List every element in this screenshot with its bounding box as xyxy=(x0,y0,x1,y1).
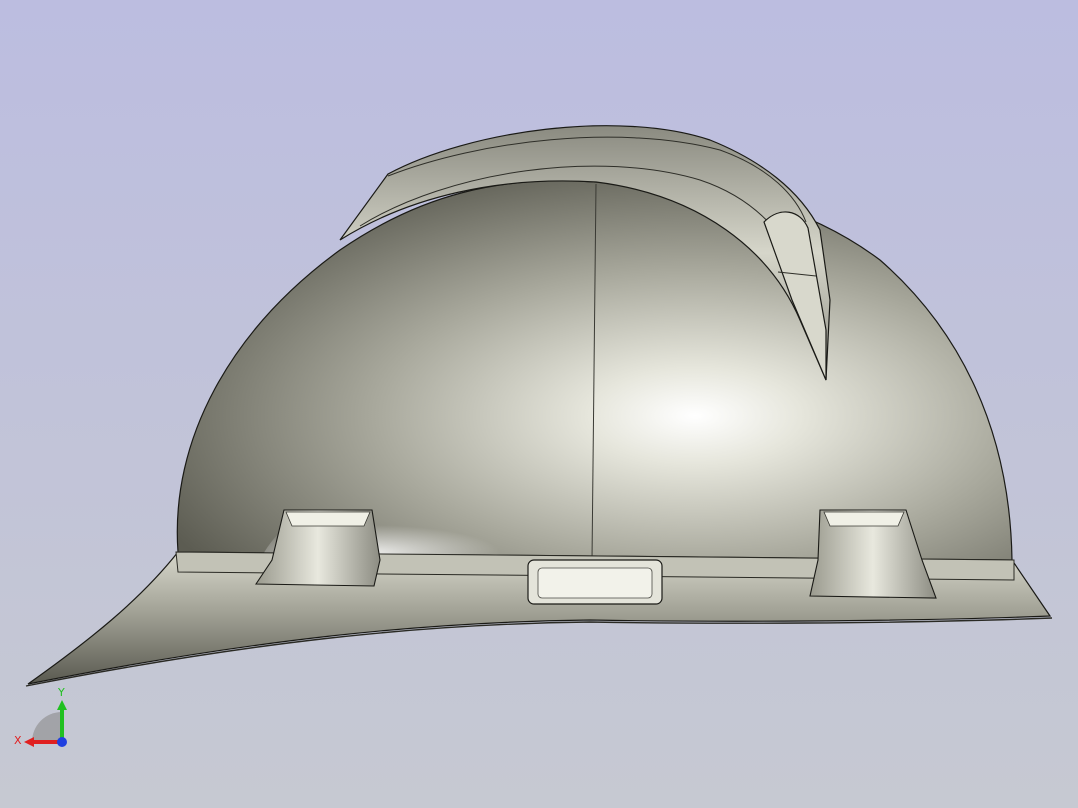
axis-triad[interactable]: X Y xyxy=(10,682,80,752)
triad-base-shade xyxy=(32,712,62,742)
left-slot-inner xyxy=(285,511,371,527)
3d-viewport[interactable]: X Y xyxy=(0,0,1078,808)
y-axis-label: Y xyxy=(57,686,65,699)
z-axis-dot xyxy=(57,737,67,747)
hard-hat-model[interactable] xyxy=(0,0,1078,808)
x-axis-arrow xyxy=(24,737,34,747)
center-clip-inner xyxy=(537,567,653,599)
y-axis-arrow xyxy=(57,700,67,710)
right-slot-inner xyxy=(823,511,905,527)
x-axis-label: X xyxy=(14,734,22,747)
